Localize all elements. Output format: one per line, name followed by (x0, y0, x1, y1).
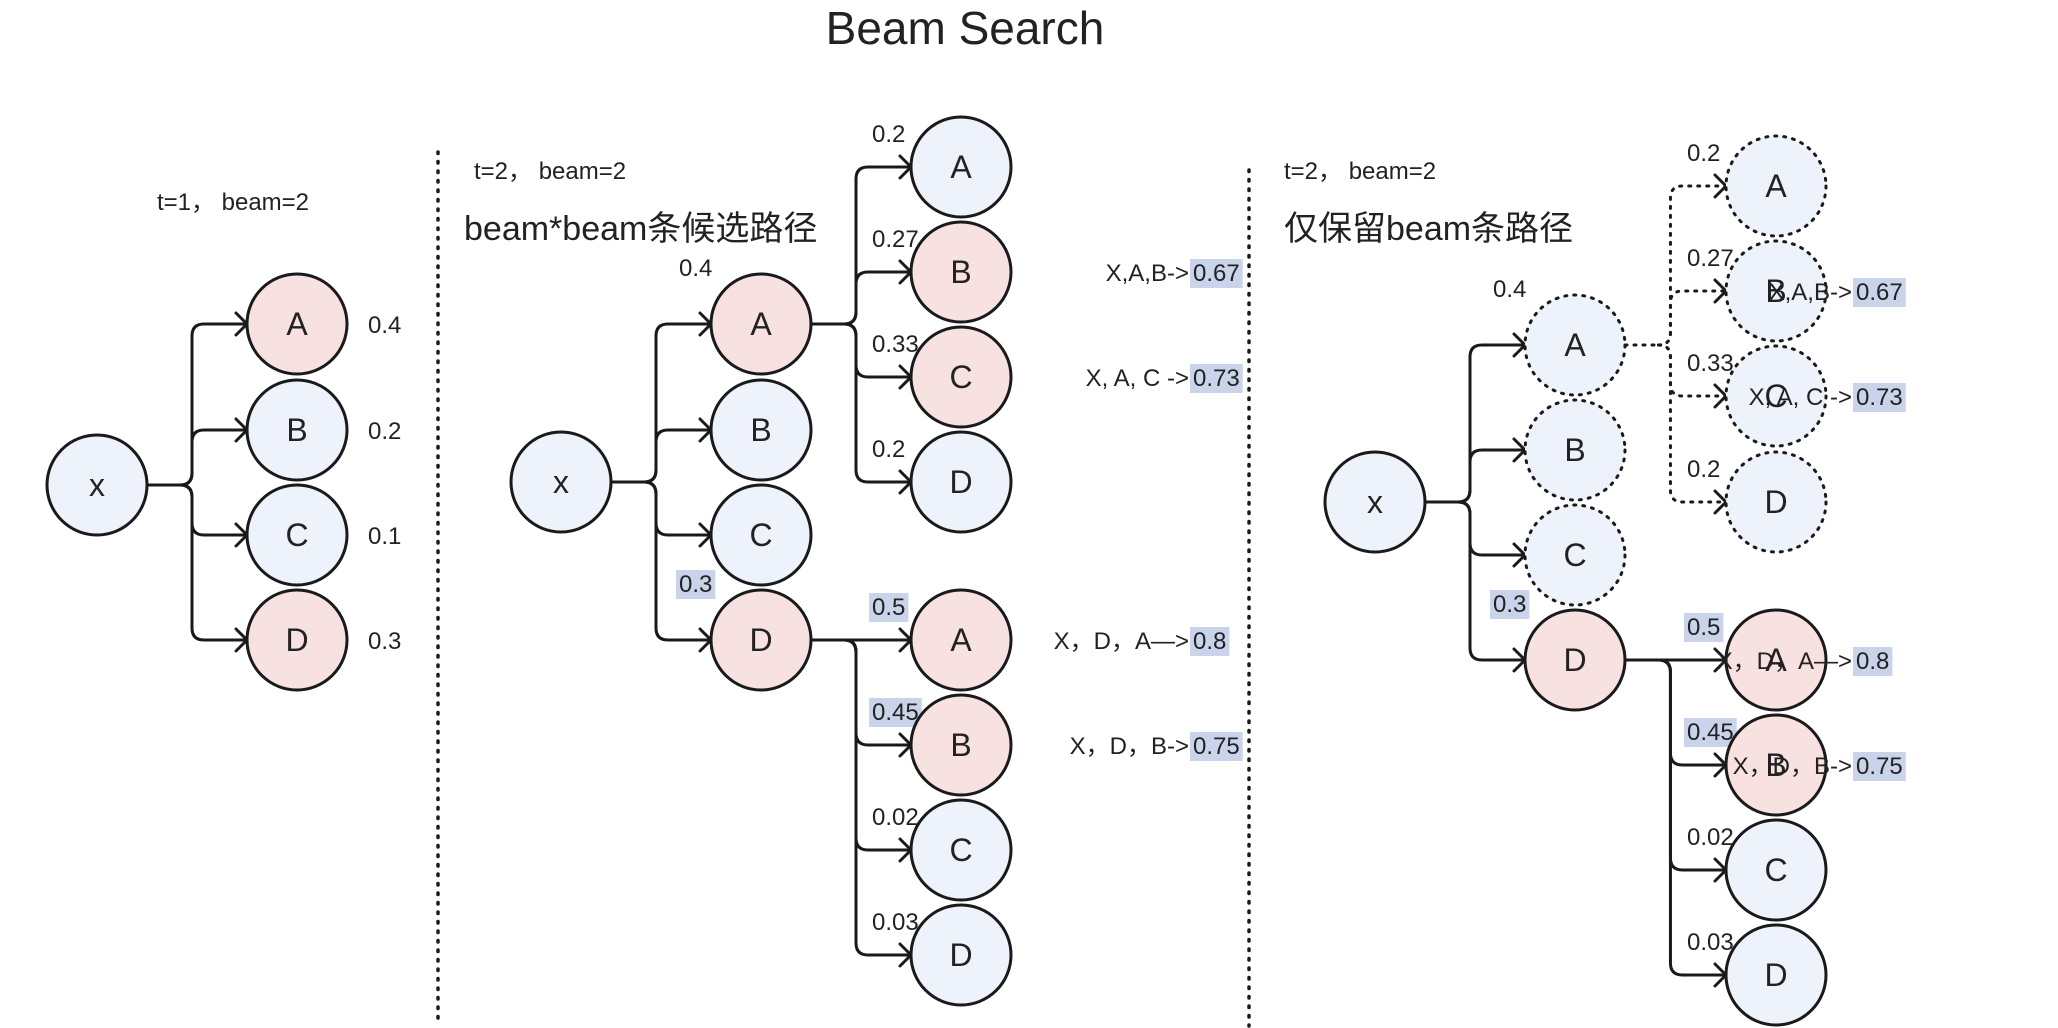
panel3-node-d-child-c-label: C (1764, 852, 1787, 888)
panel1-caption: t=1， beam=2 (157, 189, 309, 216)
panel3-caption: t=2， beam=2 (1284, 158, 1436, 185)
panel3-node-a-child-d-prob: 0.2 (1687, 456, 1720, 483)
panel3-node-d-expansion-edge-3 (1658, 658, 1726, 977)
panel2-node-a-child-b-label: B (950, 254, 971, 290)
panel2-node-a-child-b-path: X,A,B-> (1106, 260, 1189, 287)
panel2-node-d-child-d-label: D (949, 937, 972, 973)
panel3-root-edge-1 (1457, 448, 1525, 504)
panel3-root-edge-3 (1457, 500, 1525, 662)
panel3-node-a-prob: 0.4 (1493, 276, 1526, 303)
nodes-layer (45, 115, 1828, 1027)
panel3-node-a-child-c-path: X, A, C -> (1749, 384, 1852, 411)
panel2-node-c-label: C (749, 517, 772, 553)
panel3-node-b-label: B (1564, 432, 1585, 468)
panel3-heading: 仅保留beam条路径 (1284, 210, 1573, 248)
panel3-node-d-child-b-prob: 0.45 (1687, 719, 1734, 746)
panel1-node-c-label: C (285, 517, 308, 553)
panel2-node-d-child-b-label: B (950, 727, 971, 763)
panel2-node-d-child-c-prob: 0.02 (872, 804, 919, 831)
highlights-layer (676, 259, 1906, 781)
panel3-node-a-child-b-path: X,A,B-> (1769, 279, 1852, 306)
panel1-node-c-prob: 0.1 (368, 523, 401, 550)
panel2-node-a-label: A (750, 306, 772, 342)
panel2-node-a-child-c-label: C (949, 359, 972, 395)
panel2-heading: beam*beam条候选路径 (464, 210, 817, 248)
panel1-node-d-prob: 0.3 (368, 628, 401, 655)
panel2-node-a-child-a-label: A (950, 149, 972, 185)
beam-search-diagram: Beam Search t=1， beam=2 t=2， beam=2 beam… (45, 2, 1906, 1028)
panel2-node-d-label: D (749, 622, 772, 658)
panel2-node-a-child-d-label: D (949, 464, 972, 500)
panel3-node-d-prob: 0.3 (1493, 591, 1526, 618)
panel3-node-d-child-b-path: X，D，B-> (1733, 753, 1852, 780)
panel1-root-edge-0 (179, 322, 247, 487)
panel3-node-d-child-d-prob: 0.03 (1687, 929, 1734, 956)
panel2-node-b-label: B (750, 412, 771, 448)
panel3-node-a-child-a-label: A (1765, 168, 1787, 204)
panel1-root-node-label: x (89, 467, 105, 503)
panel3-root-node-label: x (1367, 484, 1383, 520)
panel2-root-edge-3 (643, 480, 711, 642)
panel2-root-node-label: x (553, 464, 569, 500)
panel3-node-d-child-d-label: D (1764, 957, 1787, 993)
panel3-node-d-child-a-prob: 0.5 (1687, 614, 1720, 641)
panel2-node-a-child-a-prob: 0.2 (872, 121, 905, 148)
panel3-node-c-label: C (1563, 537, 1586, 573)
panel3-node-a-child-c-prob: 0.33 (1687, 350, 1734, 377)
panel2-node-d-child-a-prob: 0.5 (872, 594, 905, 621)
panel3-node-a-child-a-prob: 0.2 (1687, 140, 1720, 167)
panel3-node-a-child-b-score: 0.67 (1856, 279, 1903, 306)
panel2-node-d-child-d-prob: 0.03 (872, 909, 919, 936)
panel2-node-a-child-c-score: 0.73 (1193, 365, 1240, 392)
panel2-node-d-child-a-label: A (950, 622, 972, 658)
panel2-node-d-child-b-score: 0.75 (1193, 733, 1240, 760)
panel3-node-a-label: A (1564, 327, 1586, 363)
panel3-root-edge-0 (1457, 343, 1525, 504)
panel2-node-a-prob: 0.4 (679, 255, 712, 282)
panel3-node-d-child-c-prob: 0.02 (1687, 824, 1734, 851)
panel2-node-d-child-b-path: X，D，B-> (1070, 733, 1189, 760)
panel3-node-a-child-d-label: D (1764, 484, 1787, 520)
panel1-node-a-prob: 0.4 (368, 312, 401, 339)
panel2-node-a-expansion-edge-1 (843, 270, 911, 326)
panel3-node-d-child-b-score: 0.75 (1856, 753, 1903, 780)
diagram-title: Beam Search (826, 2, 1105, 54)
panel2-node-d-child-a-path: X，D，A—> (1054, 628, 1189, 655)
panel2-node-a-child-c-prob: 0.33 (872, 331, 919, 358)
panel1-node-b-prob: 0.2 (368, 418, 401, 445)
panel1-node-b-label: B (286, 412, 307, 448)
panel3-node-d-child-a-score: 0.8 (1856, 648, 1889, 675)
panel2-node-a-child-b-score: 0.67 (1193, 260, 1240, 287)
panel3-node-d-expansion-edge-1 (1658, 658, 1726, 767)
panel3-node-a-child-c-score: 0.73 (1856, 384, 1903, 411)
panel2-node-d-expansion-edge-3 (843, 638, 911, 957)
panel3-node-d-child-a-path: X，D，A—> (1717, 648, 1852, 675)
panel2-node-d-prob: 0.3 (679, 571, 712, 598)
panel3-node-a-child-b-prob: 0.27 (1687, 245, 1734, 272)
panel2-node-a-child-b-prob: 0.27 (872, 226, 919, 253)
panel2-node-a-child-d-prob: 0.2 (872, 436, 905, 463)
panel2-node-d-child-a-score: 0.8 (1193, 628, 1226, 655)
panel3-node-d-label: D (1563, 642, 1586, 678)
panel1-root-edge-3 (179, 483, 247, 642)
panel2-node-d-child-c-label: C (949, 832, 972, 868)
panel2-node-d-expansion-edge-1 (843, 638, 911, 747)
panel2-caption: t=2， beam=2 (474, 158, 626, 185)
panel1-node-d-label: D (285, 622, 308, 658)
panel2-node-a-child-c-path: X, A, C -> (1086, 365, 1189, 392)
panel2-root-edge-1 (643, 428, 711, 484)
panel2-node-d-child-b-prob: 0.45 (872, 699, 919, 726)
panel2-root-edge-0 (643, 322, 711, 484)
panel1-node-a-label: A (286, 306, 308, 342)
